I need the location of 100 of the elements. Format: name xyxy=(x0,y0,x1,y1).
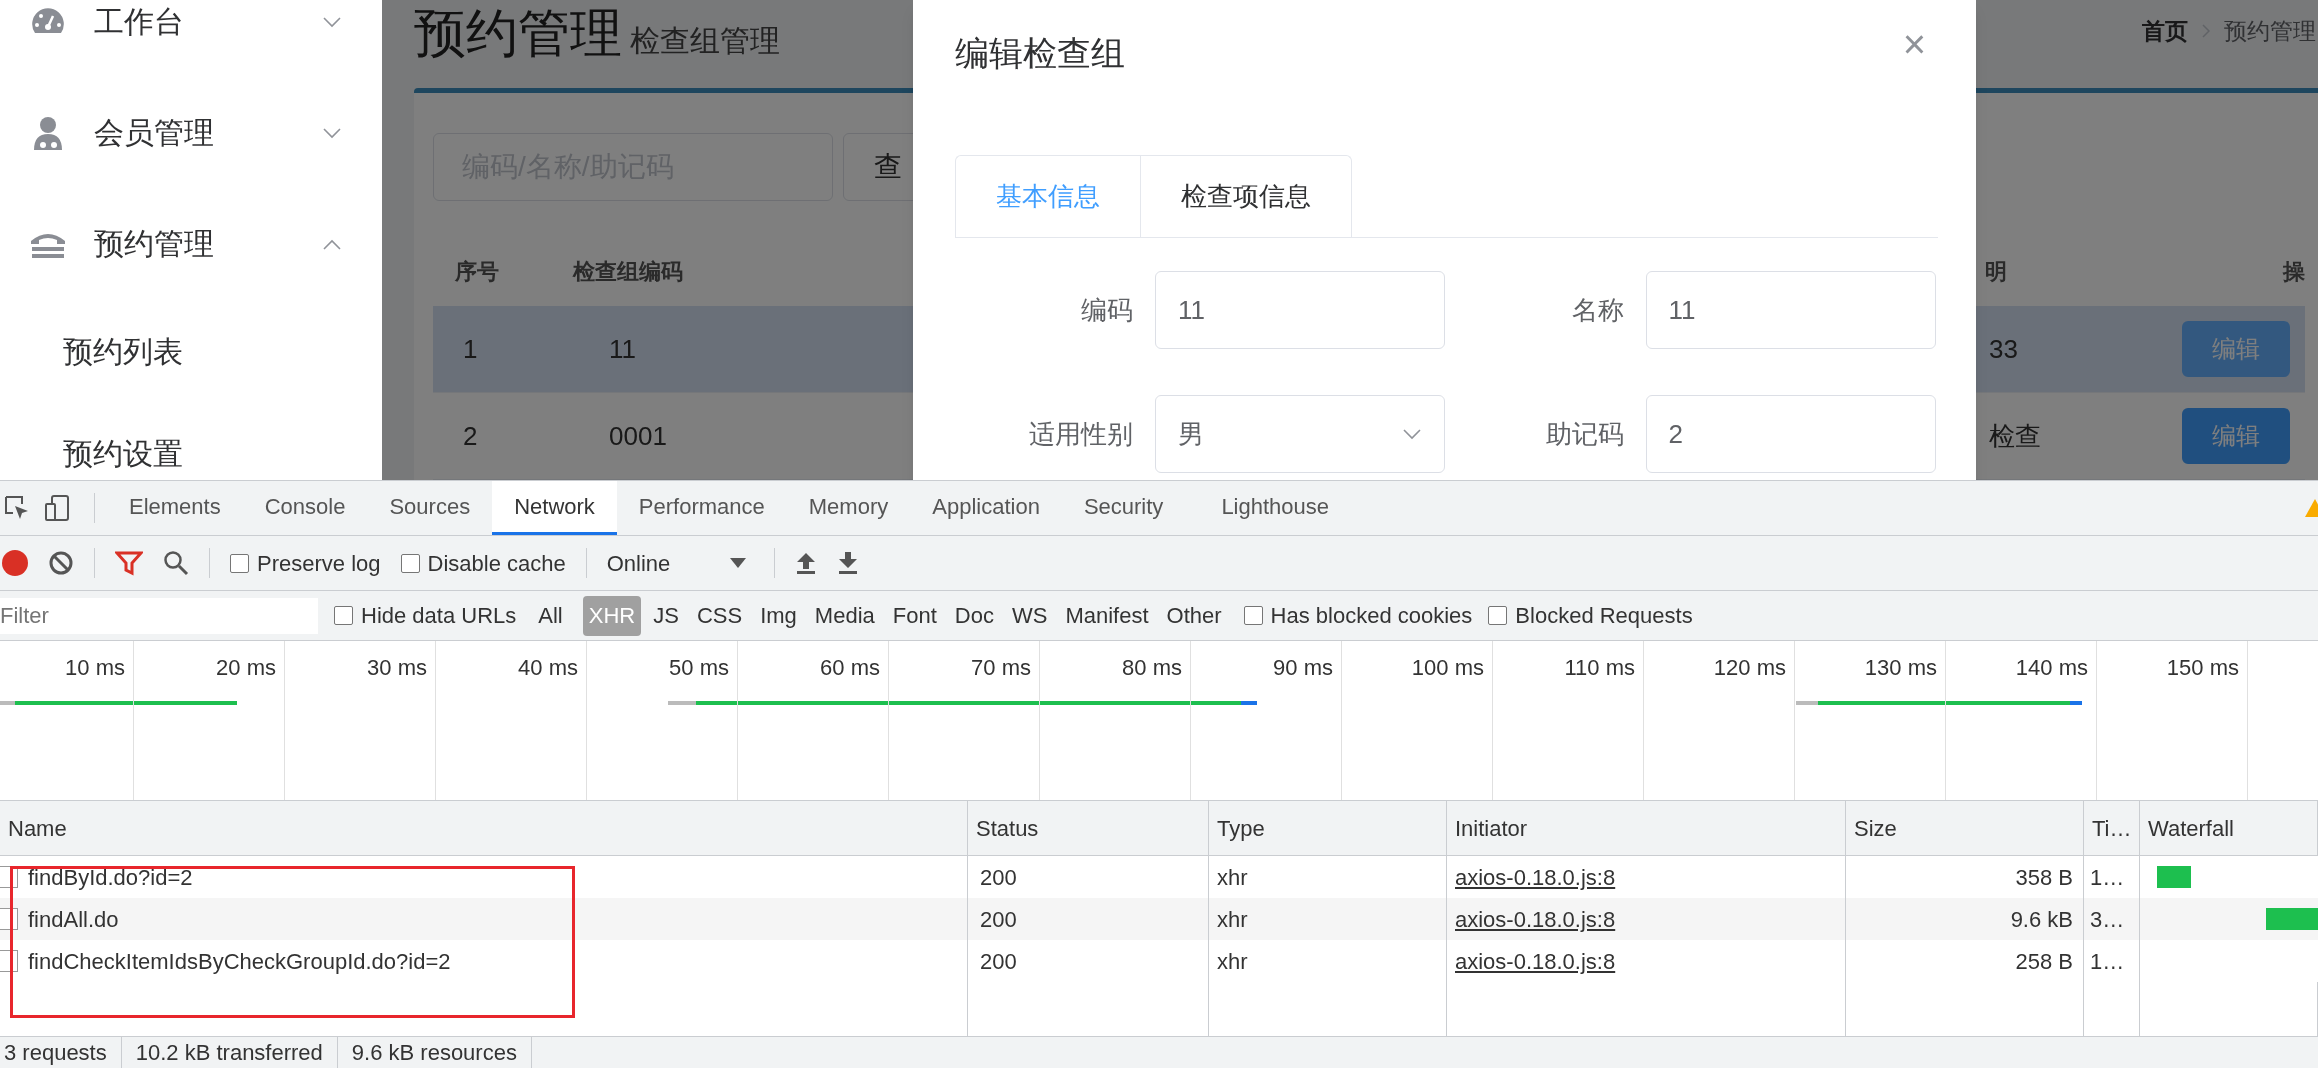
checkbox-option[interactable]: Preserve log xyxy=(230,546,381,580)
column-header[interactable]: Initiator xyxy=(1447,801,1846,855)
timeline-tick-label: 10 ms xyxy=(65,654,125,682)
devtools-tab[interactable]: Network xyxy=(492,481,617,535)
filter-field[interactable]: Filter xyxy=(0,597,318,634)
column-header[interactable]: Status xyxy=(968,801,1209,855)
waterfall-bar xyxy=(2157,866,2191,888)
record-icon[interactable] xyxy=(2,550,28,576)
timeline-tick-label: 130 ms xyxy=(1864,654,1937,682)
type-filter-button[interactable]: Other xyxy=(1160,595,1228,636)
initiator-link[interactable]: axios-0.18.0.js:8 xyxy=(1455,944,1616,978)
input-field[interactable]: 11 xyxy=(1645,271,1936,349)
column-header: 检查组编码 xyxy=(573,258,683,284)
checkbox[interactable] xyxy=(230,553,249,573)
download-icon[interactable] xyxy=(837,551,860,575)
dialog-tab[interactable]: 检查项信息 xyxy=(1140,155,1352,237)
sidebar-item[interactable]: 会员管理 xyxy=(0,77,382,188)
clear-icon[interactable] xyxy=(48,550,74,576)
type-filter-button[interactable]: Doc xyxy=(948,595,1000,636)
timeline-tick-label: 60 ms xyxy=(820,654,880,682)
column-header[interactable]: Type xyxy=(1209,801,1447,855)
sidebar-item[interactable]: 预约管理 xyxy=(0,188,382,299)
devtools-tab[interactable]: Performance xyxy=(616,481,787,535)
upload-icon[interactable] xyxy=(795,551,818,575)
timeline-tick-label: 30 ms xyxy=(367,654,427,682)
type-filter-button[interactable]: JS xyxy=(647,595,685,636)
chevron-up-icon xyxy=(322,237,342,250)
type-filter-button[interactable]: WS xyxy=(1005,595,1054,636)
timeline-tick-label: 80 ms xyxy=(1122,654,1182,682)
type-filter-button[interactable]: Img xyxy=(754,595,803,636)
type-filter-button[interactable]: All xyxy=(532,595,569,636)
column-header: 明 xyxy=(1985,258,2007,284)
table-cell: 1 xyxy=(463,333,478,364)
timeline-tick-label: 90 ms xyxy=(1273,654,1333,682)
checkbox-option[interactable]: Disable cache xyxy=(400,546,566,580)
column-header[interactable]: Waterfall xyxy=(2140,801,2318,855)
checkbox[interactable] xyxy=(1243,606,1263,625)
sidebar-item[interactable]: 工作台 xyxy=(0,0,382,77)
field-label: 编码 xyxy=(1081,293,1133,327)
devtools-tab[interactable]: Lighthouse xyxy=(1199,481,1352,535)
checkbox[interactable] xyxy=(400,553,420,573)
waterfall-bar xyxy=(2266,908,2318,930)
field-label: 助记码 xyxy=(1545,417,1624,451)
timeline-tick-label: 140 ms xyxy=(2015,654,2088,682)
user-icon xyxy=(32,115,64,150)
field-label: 适用性别 xyxy=(1029,417,1133,451)
status-cell: 200 xyxy=(968,940,1209,982)
type-filter-button[interactable]: Media xyxy=(808,595,881,636)
timeline-tick-label: 40 ms xyxy=(518,654,578,682)
devtools-tab[interactable]: Memory xyxy=(786,481,911,535)
timeline-tick-label: 70 ms xyxy=(971,654,1031,682)
submenu-item[interactable]: 预约设置 xyxy=(0,403,382,480)
checkbox[interactable] xyxy=(1488,606,1508,625)
request-name: findById.do?id=2 xyxy=(28,863,193,892)
filter-icon[interactable] xyxy=(115,550,143,576)
chevron-down-icon xyxy=(322,126,342,139)
timeline-tick-label: 50 ms xyxy=(669,654,729,682)
table-cell: 11 xyxy=(609,333,636,364)
type-filter-button[interactable]: Manifest xyxy=(1059,595,1155,636)
checkbox-option[interactable]: Has blocked cookies xyxy=(1243,599,1473,632)
column-header[interactable]: Ti… xyxy=(2084,801,2140,855)
devtools-tab[interactable]: Console xyxy=(242,481,368,535)
timeline-tick-label: 20 ms xyxy=(216,654,276,682)
checkbox[interactable] xyxy=(334,606,353,625)
devtools-tab[interactable]: Application xyxy=(910,481,1062,535)
table-cell: 33 xyxy=(1989,333,2018,364)
type-filter-button[interactable]: Font xyxy=(886,595,943,636)
table-cell: 检查 xyxy=(1989,420,2041,451)
devtools-tab[interactable]: Sources xyxy=(367,481,493,535)
throttling-dropdown[interactable]: Online xyxy=(606,546,755,580)
input-field[interactable]: 11 xyxy=(1155,271,1445,349)
request-row[interactable]: findAll.do 200 xhr axios-0.18.0.js:8 9.6 kB 3… xyxy=(0,898,2318,940)
timeline-tick-label: 110 ms xyxy=(1564,654,1635,682)
breadcrumb-separator-icon xyxy=(2202,24,2210,39)
size-cell: 258 B xyxy=(1846,940,2084,982)
status-bar-text: 3 requests xyxy=(0,1036,122,1068)
inspect-icon[interactable] xyxy=(4,495,30,521)
type-filter-button[interactable]: CSS xyxy=(690,595,749,636)
initiator-link[interactable]: axios-0.18.0.js:8 xyxy=(1455,902,1616,936)
field-label: 名称 xyxy=(1571,293,1624,327)
timeline-tick-label: 150 ms xyxy=(2166,654,2239,682)
request-name: findAll.do xyxy=(28,905,119,934)
select-field[interactable]: 男 xyxy=(1155,395,1445,473)
devtools-tab[interactable]: Security xyxy=(1061,481,1186,535)
checkbox-option[interactable]: Hide data URLs xyxy=(334,599,517,632)
breadcrumb-link[interactable]: 首页 xyxy=(2142,14,2188,49)
device-toggle-icon[interactable] xyxy=(44,494,70,522)
devtools-tab[interactable]: Elements xyxy=(107,481,243,535)
chevron-down-icon xyxy=(1402,428,1422,440)
submenu-item[interactable]: 预约列表 xyxy=(0,299,382,403)
initiator-link[interactable]: axios-0.18.0.js:8 xyxy=(1455,860,1616,894)
page-title: 预约管理 xyxy=(414,3,622,64)
page-subtitle: 检查组管理 xyxy=(630,23,780,59)
status-bar-text: 9.6 kB resources xyxy=(337,1036,532,1068)
type-cell: xhr xyxy=(1209,940,1447,982)
search-icon[interactable] xyxy=(163,550,189,576)
column-header[interactable]: Size xyxy=(1846,801,2084,855)
column-header[interactable]: Name xyxy=(0,801,968,855)
input-field[interactable]: 2 xyxy=(1645,395,1936,473)
checkbox-option[interactable]: Blocked Requests xyxy=(1488,599,1693,632)
